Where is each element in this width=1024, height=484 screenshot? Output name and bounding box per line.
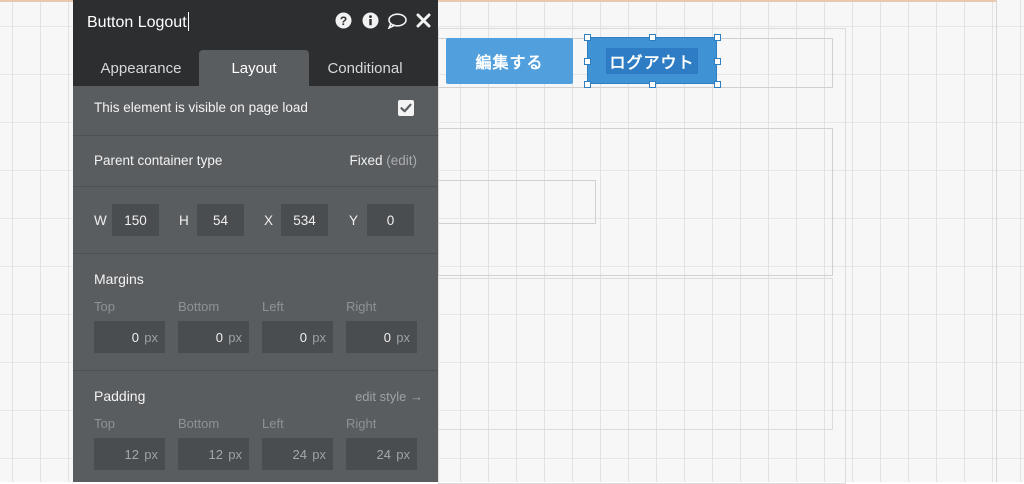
margin-left-field[interactable]: 0 px bbox=[262, 321, 333, 353]
visible-on-load-label: This element is visible on page load bbox=[94, 100, 308, 115]
padding-left-label: Left bbox=[262, 416, 284, 431]
unit-label: px bbox=[144, 330, 158, 345]
unit-label: px bbox=[228, 447, 242, 462]
width-label: W bbox=[94, 213, 107, 228]
group-outline-3 bbox=[438, 180, 596, 224]
resize-handle-t[interactable] bbox=[649, 34, 656, 41]
resize-handle-bl[interactable] bbox=[584, 81, 591, 88]
resize-handle-tl[interactable] bbox=[584, 34, 591, 41]
height-label: H bbox=[179, 213, 189, 228]
resize-handle-b[interactable] bbox=[649, 81, 656, 88]
padding-right-value: 24 bbox=[376, 447, 391, 462]
height-field[interactable]: 54 bbox=[197, 204, 244, 236]
padding-bottom-label: Bottom bbox=[178, 416, 220, 431]
comment-icon[interactable] bbox=[387, 12, 407, 29]
edit-style-link[interactable]: edit style → bbox=[355, 389, 423, 404]
margin-left-label: Left bbox=[262, 299, 284, 314]
margin-left-value: 0 bbox=[299, 330, 307, 345]
padding-left-field: 24 px bbox=[262, 438, 333, 470]
parent-type-edit-link[interactable]: (edit) bbox=[386, 153, 417, 168]
margin-right-value: 0 bbox=[383, 330, 391, 345]
tab-appearance[interactable]: Appearance bbox=[85, 50, 197, 86]
parent-container-value: Fixed (edit) bbox=[349, 153, 417, 168]
margin-bottom-label: Bottom bbox=[178, 299, 220, 314]
padding-bottom-field: 12 px bbox=[178, 438, 249, 470]
resize-handle-l[interactable] bbox=[584, 58, 591, 65]
parent-container-row: Parent container type Fixed (edit) bbox=[73, 136, 438, 187]
x-field[interactable]: 534 bbox=[281, 204, 328, 236]
panel-tabs: Appearance Layout Conditional bbox=[73, 42, 438, 86]
margin-bottom-field[interactable]: 0 px bbox=[178, 321, 249, 353]
padding-right-field: 24 px bbox=[346, 438, 417, 470]
logout-button[interactable]: ログアウト bbox=[587, 37, 717, 84]
logout-button-label: ログアウト bbox=[606, 47, 698, 74]
margin-bottom-value: 0 bbox=[215, 330, 223, 345]
y-field[interactable]: 0 bbox=[367, 204, 414, 236]
visible-on-load-checkbox[interactable] bbox=[398, 100, 414, 116]
tab-conditional[interactable]: Conditional bbox=[309, 50, 421, 86]
unit-label: px bbox=[228, 330, 242, 345]
margins-title: Margins bbox=[94, 271, 144, 287]
element-name-text: Button Logout bbox=[87, 14, 187, 31]
tab-layout[interactable]: Layout bbox=[199, 50, 309, 86]
margin-right-field[interactable]: 0 px bbox=[346, 321, 417, 353]
resize-handle-tr[interactable] bbox=[714, 34, 721, 41]
visibility-row: This element is visible on page load bbox=[73, 86, 438, 136]
padding-top-field: 12 px bbox=[94, 438, 165, 470]
margin-top-field[interactable]: 0 px bbox=[94, 321, 165, 353]
panel-header: Button Logout ? bbox=[73, 0, 438, 42]
y-label: Y bbox=[349, 213, 359, 228]
parent-container-label: Parent container type bbox=[94, 153, 223, 168]
unit-label: px bbox=[312, 447, 326, 462]
width-field[interactable]: 150 bbox=[112, 204, 159, 236]
margin-top-label: Top bbox=[94, 299, 115, 314]
margin-top-value: 0 bbox=[131, 330, 139, 345]
element-name-input[interactable]: Button Logout bbox=[87, 12, 189, 32]
text-cursor bbox=[187, 12, 189, 31]
parent-type-text: Fixed bbox=[349, 153, 383, 168]
help-icon[interactable]: ? bbox=[335, 12, 352, 29]
padding-title: Padding bbox=[94, 388, 146, 404]
resize-handle-r[interactable] bbox=[714, 58, 721, 65]
property-editor-panel: Button Logout ? Appearance Layout Condit… bbox=[73, 0, 438, 482]
x-label: X bbox=[264, 213, 274, 228]
edit-button[interactable]: 編集する bbox=[446, 38, 573, 84]
svg-text:?: ? bbox=[340, 14, 347, 28]
info-icon[interactable] bbox=[362, 12, 379, 29]
unit-label: px bbox=[396, 447, 410, 462]
resize-handle-br[interactable] bbox=[714, 81, 721, 88]
padding-left-value: 24 bbox=[292, 447, 307, 462]
margin-right-label: Right bbox=[346, 299, 377, 314]
padding-top-label: Top bbox=[94, 416, 115, 431]
unit-label: px bbox=[396, 330, 410, 345]
padding-top-value: 12 bbox=[124, 447, 139, 462]
unit-label: px bbox=[312, 330, 326, 345]
unit-label: px bbox=[144, 447, 158, 462]
padding-right-label: Right bbox=[346, 416, 377, 431]
close-icon[interactable] bbox=[416, 12, 431, 29]
group-outline-4 bbox=[438, 278, 833, 430]
padding-bottom-value: 12 bbox=[208, 447, 223, 462]
